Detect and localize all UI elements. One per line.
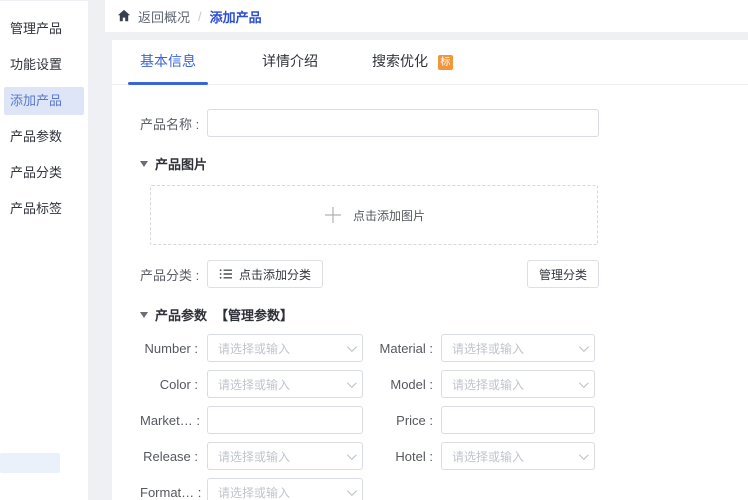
plus-icon: [323, 205, 343, 225]
params-grid: Number : 请选择或输入 Material : 请选择或输入: [140, 334, 599, 500]
param-field-hotel: Hotel : 请选择或输入: [363, 442, 595, 470]
sidebar-item-product-categories[interactable]: 产品分类: [0, 155, 88, 191]
tab-basic-info[interactable]: 基本信息: [128, 40, 208, 85]
chevron-down-icon: [579, 342, 589, 352]
param-select-hotel[interactable]: 请选择或输入: [441, 442, 595, 470]
param-placeholder: 请选择或输入: [218, 376, 347, 393]
param-label-format: Format… :: [140, 485, 198, 500]
param-select-model[interactable]: 请选择或输入: [441, 370, 595, 398]
manage-params-link[interactable]: 【管理参数】: [215, 305, 293, 324]
param-label-color: Color :: [140, 377, 198, 392]
param-label-hotel: Hotel :: [363, 449, 433, 464]
param-select-release[interactable]: 请选择或输入: [207, 442, 363, 470]
param-select-material[interactable]: 请选择或输入: [441, 334, 595, 362]
param-input-market[interactable]: [207, 406, 363, 434]
app-window: 管理产品 功能设置 添加产品 产品参数 产品分类 产品标签 返回概况 / 添加产…: [0, 0, 748, 500]
triangle-down-icon[interactable]: [140, 312, 148, 318]
param-placeholder: 请选择或输入: [452, 376, 579, 393]
triangle-down-icon[interactable]: [140, 161, 148, 167]
category-label: 产品分类 :: [140, 265, 198, 284]
chevron-down-icon: [579, 378, 589, 388]
add-category-button[interactable]: 点击添加分类: [207, 260, 323, 288]
tab-search-optimization-label: 搜索优化: [372, 53, 428, 69]
tab-basic-info-label: 基本信息: [140, 53, 196, 69]
product-name-input[interactable]: [207, 109, 599, 137]
param-placeholder: 请选择或输入: [452, 448, 579, 465]
param-field-format: Format… : 请选择或输入: [140, 478, 363, 500]
param-select-number[interactable]: 请选择或输入: [207, 334, 363, 362]
content-card: 基本信息 详情介绍 搜索优化 标 产品名称 : 产品图片: [112, 40, 748, 500]
manage-category-button-label: 管理分类: [539, 266, 587, 283]
tab-detail-intro-label: 详情介绍: [262, 53, 318, 69]
sidebar: 管理产品 功能设置 添加产品 产品参数 产品分类 产品标签: [0, 0, 88, 500]
param-label-market: Market… :: [140, 413, 198, 428]
params-section-title: 产品参数: [155, 305, 207, 324]
param-placeholder: 请选择或输入: [218, 340, 347, 357]
chevron-down-icon: [579, 450, 589, 460]
param-field-number: Number : 请选择或输入: [140, 334, 363, 362]
list-icon: [219, 267, 233, 281]
breadcrumb: 返回概况 / 添加产品: [105, 0, 748, 32]
sidebar-ghost-artifact: [0, 453, 60, 473]
param-label-release: Release :: [140, 449, 198, 464]
add-category-button-label: 点击添加分类: [239, 266, 311, 283]
param-field-model: Model : 请选择或输入: [363, 370, 595, 398]
param-input-price[interactable]: [441, 406, 595, 434]
active-tab-underline: [128, 82, 208, 85]
product-name-row: 产品名称 :: [140, 109, 599, 137]
chevron-down-icon: [347, 342, 357, 352]
param-field-release: Release : 请选择或输入: [140, 442, 363, 470]
chevron-down-icon: [347, 450, 357, 460]
sidebar-item-function-settings[interactable]: 功能设置: [0, 47, 88, 83]
tab-badge: 标: [438, 55, 453, 70]
sidebar-item-product-tags[interactable]: 产品标签: [0, 191, 88, 227]
param-placeholder: 请选择或输入: [218, 484, 347, 500]
image-upload-dropzone[interactable]: 点击添加图片: [150, 185, 598, 245]
param-field-price: Price :: [363, 406, 595, 434]
param-select-format[interactable]: 请选择或输入: [207, 478, 363, 500]
param-field-color: Color : 请选择或输入: [140, 370, 363, 398]
chevron-down-icon: [347, 486, 357, 496]
param-field-material: Material : 请选择或输入: [363, 334, 595, 362]
param-placeholder: 请选择或输入: [218, 448, 347, 465]
category-row: 产品分类 : 点击添加分类 管理分类: [140, 260, 599, 288]
params-section-header: 产品参数 【管理参数】: [140, 305, 599, 324]
upload-hint-text: 点击添加图片: [353, 207, 425, 224]
sidebar-item-product-params[interactable]: 产品参数: [0, 119, 88, 155]
param-label-material: Material :: [363, 341, 433, 356]
sidebar-item-add-product[interactable]: 添加产品: [4, 87, 84, 115]
tab-search-optimization[interactable]: 搜索优化 标: [372, 40, 453, 85]
tab-detail-intro[interactable]: 详情介绍: [250, 40, 330, 85]
image-section-title: 产品图片: [155, 154, 207, 173]
param-label-price: Price :: [363, 413, 433, 428]
breadcrumb-back-link[interactable]: 返回概况: [138, 7, 190, 26]
param-label-number: Number :: [140, 341, 198, 356]
manage-category-button[interactable]: 管理分类: [527, 260, 599, 288]
param-field-market: Market… :: [140, 406, 363, 434]
chevron-down-icon: [347, 378, 357, 388]
home-icon[interactable]: [117, 9, 131, 23]
product-form: 产品名称 : 产品图片 点击添加图片 产品分类 :: [112, 109, 599, 500]
sidebar-item-manage-products[interactable]: 管理产品: [0, 11, 88, 47]
tab-bar: 基本信息 详情介绍 搜索优化 标: [112, 40, 748, 85]
product-name-label: 产品名称 :: [140, 114, 198, 133]
param-placeholder: 请选择或输入: [452, 340, 579, 357]
main-area: 返回概况 / 添加产品 基本信息 详情介绍 搜索优化 标: [105, 0, 748, 500]
breadcrumb-current: 添加产品: [210, 7, 262, 26]
param-select-color[interactable]: 请选择或输入: [207, 370, 363, 398]
image-section-header: 产品图片: [140, 154, 599, 173]
breadcrumb-separator: /: [198, 9, 202, 24]
param-label-model: Model :: [363, 377, 433, 392]
